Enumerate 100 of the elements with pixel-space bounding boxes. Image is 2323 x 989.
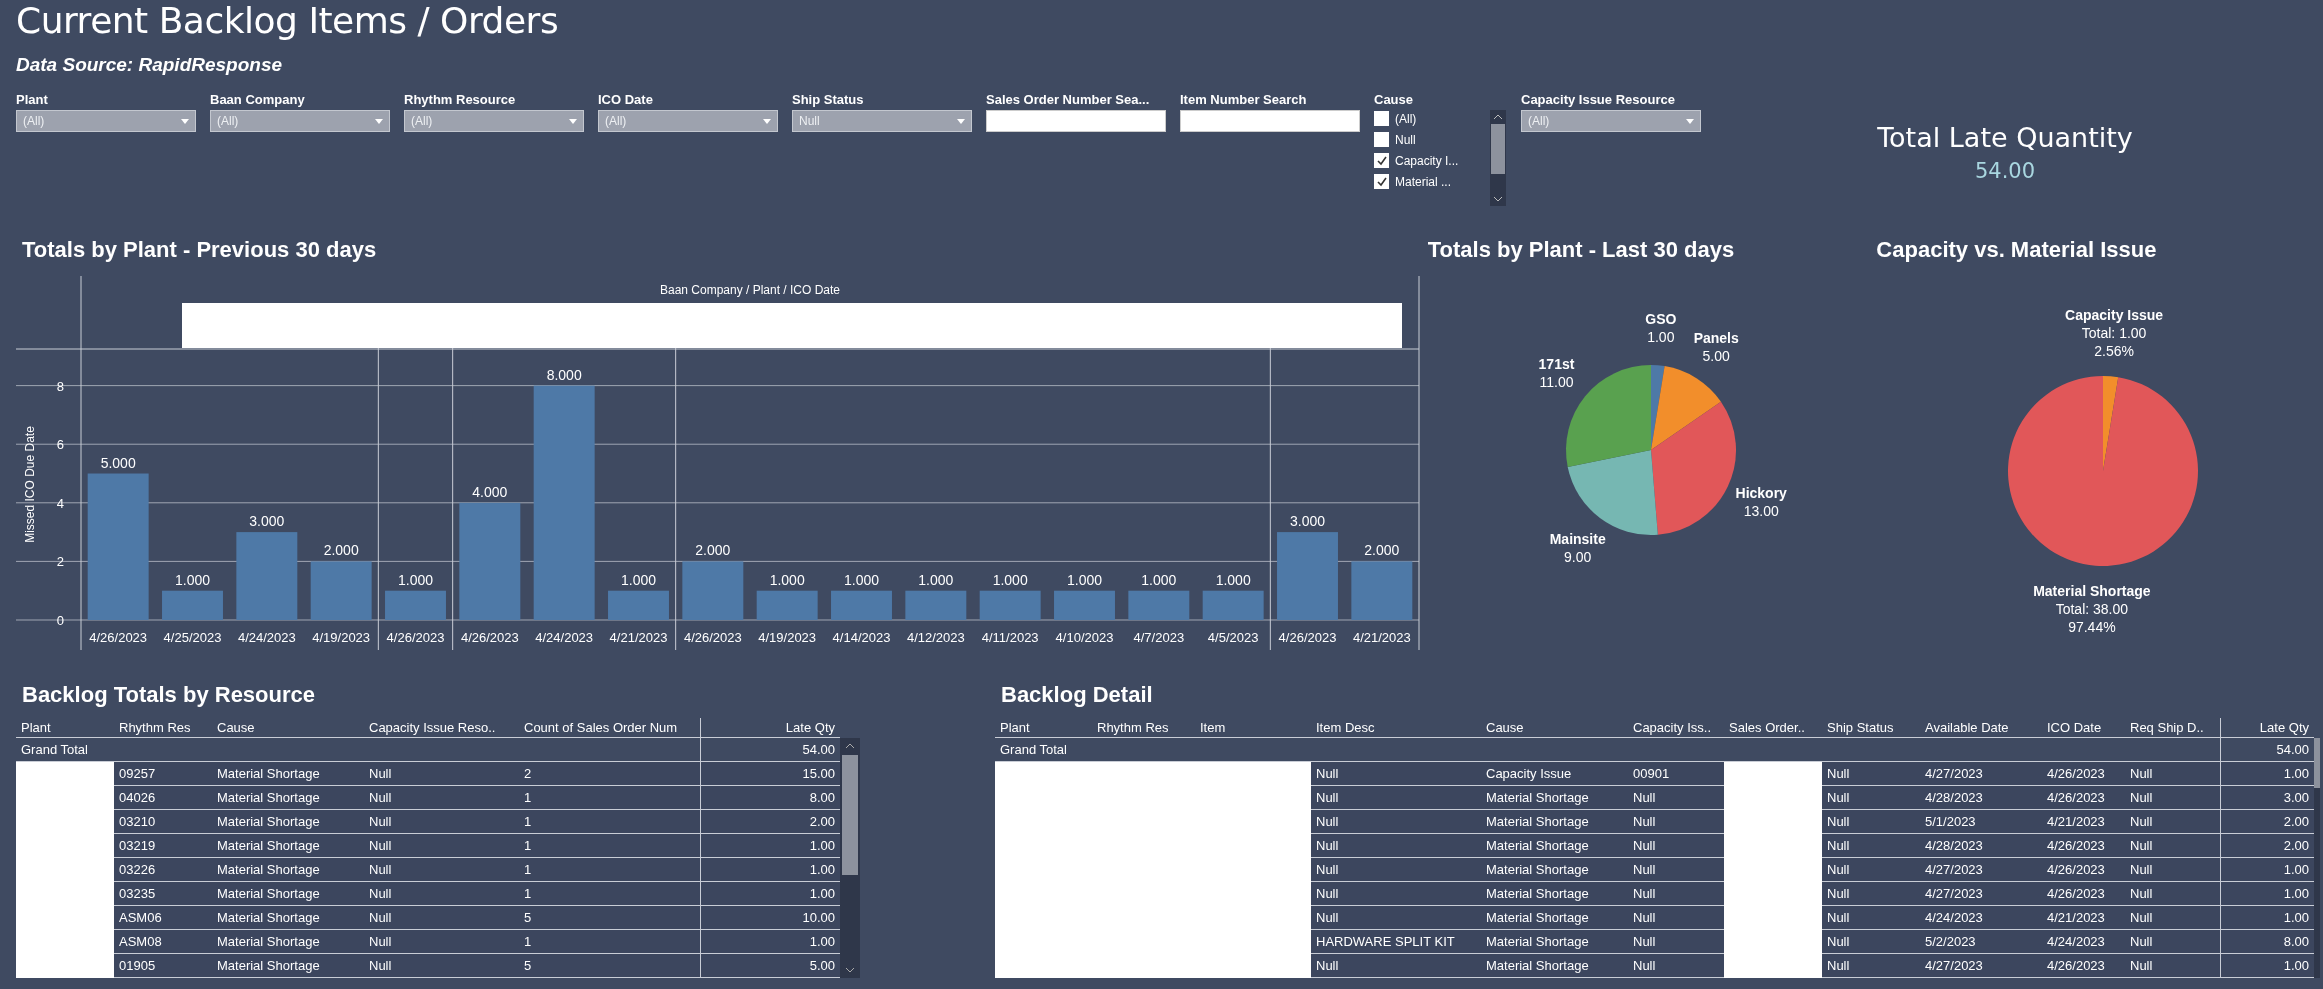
search-field[interactable] [1180,110,1360,132]
caret-icon [181,118,189,124]
column-header: Item Desc [1311,718,1481,738]
axis-tick-label: 4/11/2023 [981,630,1039,645]
table-cell: 4/26/2023 [2042,882,2125,906]
search-field[interactable] [986,110,1166,132]
table-cell: Material Shortage [1481,810,1628,834]
table-cell: Null [1822,882,1920,906]
checkbox[interactable] [1374,174,1389,189]
table-cell: Null [1822,906,1920,930]
caret-icon [375,118,383,124]
table-cell: 09257 [114,762,212,786]
table-cell: 4/28/2023 [1920,834,2042,858]
bar [905,590,967,620]
table-cell: Null [1311,858,1481,882]
table-cell: 1.00 [700,882,840,906]
slice-label: 171st [1538,355,1575,372]
bar [608,590,669,620]
data-label: 3.000 [1290,513,1325,530]
table-cell: 01905 [114,954,212,978]
table-cell: 2.00 [2220,810,2314,834]
dropdown[interactable]: (All) [16,110,196,132]
table-cell: Null [2125,762,2220,786]
data-label: 2.000 [1364,542,1400,559]
column-header: Available Date [1920,718,2042,738]
table-cell: Null [364,834,519,858]
table-cell: Null [2125,786,2220,810]
data-label: 1.000 [175,571,210,588]
table-title: Backlog Totals by Resource [21,681,316,709]
table-cell: 2.00 [2220,834,2314,858]
table-cell: 1 [519,810,700,834]
table-cell: Null [1628,906,1724,930]
data-label: 2.000 [323,542,359,559]
bar [385,590,446,620]
data-label: 2.000 [695,542,731,559]
chevron-up-icon[interactable] [843,741,857,751]
data-label: 4.000 [472,483,508,500]
dropdown[interactable]: (All) [1521,110,1701,132]
table-cell: 10.00 [700,906,840,930]
dropdown[interactable]: (All) [210,110,390,132]
table-cell: 2.00 [700,810,840,834]
checkbox[interactable] [1374,132,1389,147]
table-cell: ASM06 [114,906,212,930]
table-cell: 4/27/2023 [1920,762,2042,786]
axis-tick-label: 4/19/2023 [758,630,817,645]
table-cell: 8.00 [2220,930,2314,954]
scrollbar[interactable] [840,738,860,978]
slice-label: Total: 1.00 [2082,325,2147,342]
dropdown[interactable]: Null [792,110,972,132]
chevron-up-icon[interactable] [1491,112,1505,122]
table-cell: 4/24/2023 [1920,906,2042,930]
chevron-down-icon[interactable] [1491,194,1505,204]
checkbox[interactable] [1374,111,1389,126]
bar [682,561,744,620]
axis-tick-label: 2 [56,554,64,570]
table-cell: Null [1311,810,1481,834]
filter-label: Sales Order Number Sea... [986,92,1151,107]
axis-tick-label: 6 [56,437,64,453]
caret-icon [1686,118,1694,124]
table-cell: Material Shortage [1481,906,1628,930]
table-cell: 4/26/2023 [2042,834,2125,858]
table-cell: 4/26/2023 [2042,858,2125,882]
checkbox[interactable] [1374,153,1389,168]
table-cell: 1 [519,882,700,906]
table-cell: Material Shortage [1481,930,1628,954]
checkbox-label: (All) [1395,111,1417,126]
column-header: Sales Order.. [1724,718,1822,738]
table-cell: 4/26/2023 [2042,762,2125,786]
slice-label: Hickory [1735,485,1787,502]
table-cell: 4/26/2023 [2042,954,2125,978]
table-cell: 4/28/2023 [1920,786,2042,810]
table-cell: 1.00 [700,930,840,954]
table-cell: 4/21/2023 [2042,906,2125,930]
chart-title: Totals by Plant - Previous 30 days [21,236,378,264]
axis-tick-label: 4/10/2023 [1055,630,1114,645]
table-cell: 1 [519,930,700,954]
table-cell: Material Shortage [212,834,364,858]
dropdown[interactable]: (All) [598,110,778,132]
table-cell: Null [1628,882,1724,906]
scrollbar[interactable] [2314,738,2320,978]
table-cell: 4/24/2023 [2042,930,2125,954]
table-cell: 4/27/2023 [1920,954,2042,978]
data-label: 1.000 [1141,571,1177,588]
axis-tick-label: 4/19/2023 [312,630,371,645]
axis-tick-label: 4/26/2023 [1278,630,1337,645]
table-cell: 1.00 [700,858,840,882]
table-cell: Null [2125,882,2220,906]
dropdown[interactable]: (All) [404,110,584,132]
table-cell: Null [1311,762,1481,786]
slice-label: GSO [1644,311,1677,328]
chevron-down-icon[interactable] [843,965,857,975]
table-cell: 3.00 [2220,786,2314,810]
column-header: Late Qty [2220,718,2314,738]
table-cell: Null [1822,834,1920,858]
data-label: 3.000 [249,513,285,530]
data-label: 1.000 [1215,571,1251,588]
scrollbar[interactable] [1490,110,1506,206]
dashboard-title: Current Backlog Items / Orders [16,0,560,43]
column-header: Capacity Iss.. [1628,718,1724,738]
data-label: 1.000 [621,571,656,588]
